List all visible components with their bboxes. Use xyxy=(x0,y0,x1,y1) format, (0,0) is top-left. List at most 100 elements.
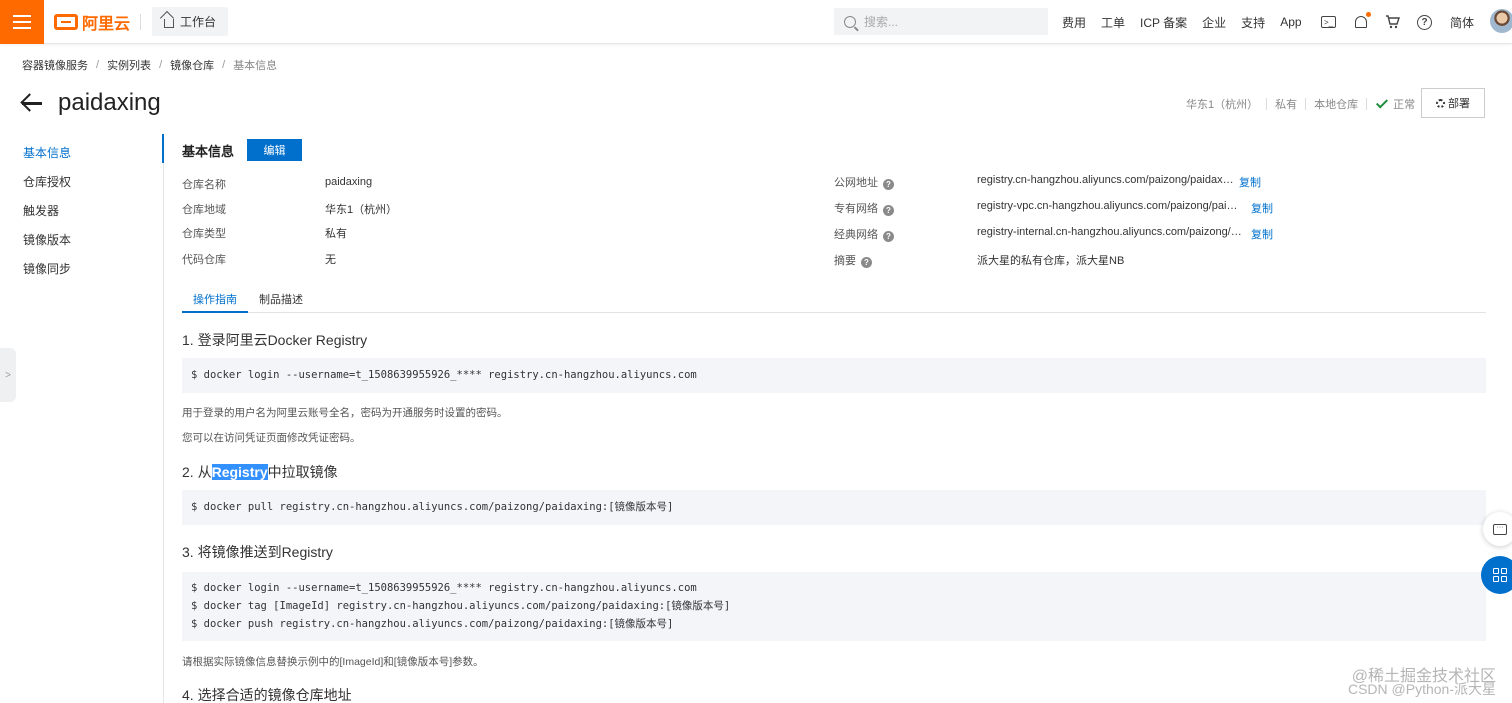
step-3-title: 3. 将镜像推送到Registry xyxy=(182,544,333,560)
nav-active-indicator xyxy=(162,134,164,163)
workbench-label: 工作台 xyxy=(180,15,217,29)
field-label: 仓库类型 xyxy=(182,228,226,240)
notification-button[interactable] xyxy=(1353,11,1371,30)
step-1-title: 1. 登录阿里云Docker Registry xyxy=(182,332,368,348)
search-icon xyxy=(844,15,856,28)
search-box[interactable] xyxy=(834,8,1048,35)
field-label-wrap: 经典网络? xyxy=(834,226,894,242)
watermark-csdn: CSDN @Python-派大星 xyxy=(1347,681,1496,697)
aliyun-logo-icon xyxy=(54,14,78,30)
question-icon[interactable]: ? xyxy=(883,179,894,190)
nav-link-support[interactable]: 支持 xyxy=(1241,14,1265,31)
top-icons: >_ ? xyxy=(1321,0,1432,44)
status-badge: 正常 xyxy=(1393,99,1416,111)
copy-classic-address-link[interactable]: 复制 xyxy=(1251,226,1273,242)
tab-artifact-description[interactable]: 制品描述 xyxy=(248,292,314,313)
avatar[interactable] xyxy=(1490,9,1512,33)
field-label-wrap: 专有网络? xyxy=(834,200,894,216)
breadcrumb-item[interactable]: 镜像仓库 xyxy=(170,57,214,73)
menu-icon-line xyxy=(13,27,31,29)
question-icon[interactable]: ? xyxy=(861,257,872,268)
tab-guide[interactable]: 操作指南 xyxy=(182,292,248,313)
code-line: $ docker login --username=t_150863995592… xyxy=(191,369,697,381)
menu-icon-line xyxy=(13,21,31,23)
code-block[interactable]: $ docker login --username=t_150863995592… xyxy=(182,358,1486,393)
step-2-title-pre: 2. 从 xyxy=(182,464,212,480)
collapse-sidebar-button[interactable]: > xyxy=(0,348,16,402)
copy-public-address-link[interactable]: 复制 xyxy=(1239,174,1261,190)
field-label: 仓库地域 xyxy=(182,204,226,216)
bell-icon xyxy=(1354,16,1367,28)
nav-link-enterprise[interactable]: 企业 xyxy=(1202,14,1226,31)
question-icon[interactable]: ? xyxy=(883,205,894,216)
nav-link-tickets[interactable]: 工单 xyxy=(1101,14,1125,31)
field-label: 专有网络 xyxy=(834,203,878,215)
repo-kind-tag: 本地仓库 xyxy=(1314,99,1359,111)
breadcrumb-item[interactable]: 实例列表 xyxy=(107,57,151,73)
step-4-title: 4. 选择合适的镜像仓库地址 xyxy=(182,687,352,703)
edit-button[interactable]: 编辑 xyxy=(247,139,302,161)
repo-meta: 华东1（杭州） 私有 本地仓库 正常 xyxy=(1186,96,1415,112)
breadcrumb-separator: / xyxy=(96,59,100,71)
logo-text: 阿里云 xyxy=(82,16,131,33)
breadcrumb: 容器镜像服务 / 实例列表 / 镜像仓库 / 基本信息 xyxy=(22,57,277,73)
step-1-note: 用于登录的用户名为阿里云账号全名，密码为开通服务时设置的密码。 xyxy=(182,407,508,419)
question-icon[interactable]: ? xyxy=(883,231,894,242)
code-block[interactable]: $ docker pull registry.cn-hangzhou.aliyu… xyxy=(182,490,1486,525)
step-3-note: 请根据实际镜像信息替换示例中的[ImageId]和[镜像版本号]参数。 xyxy=(182,656,484,668)
page-title: paidaxing xyxy=(58,89,161,116)
code-line: $ docker pull registry.cn-hangzhou.aliyu… xyxy=(191,501,674,513)
deploy-icon xyxy=(1436,98,1445,108)
workbench-button[interactable]: 工作台 xyxy=(152,7,229,36)
field-value: 私有 xyxy=(325,228,347,240)
classic-address: registry-internal.cn-hangzhou.aliyuncs.c… xyxy=(977,226,1243,238)
notification-dot xyxy=(1366,11,1371,17)
leftnav-item-image-version[interactable]: 镜像版本 xyxy=(0,227,160,256)
leftnav-item-trigger[interactable]: 触发器 xyxy=(0,198,160,227)
language-switch[interactable]: 简体 xyxy=(1450,14,1474,31)
leftnav-item-basic-info[interactable]: 基本信息 xyxy=(0,140,160,169)
step-1-note: 您可以在访问凭证页面修改凭证密码。 xyxy=(182,432,361,444)
apps-button[interactable] xyxy=(1481,556,1512,594)
divider xyxy=(1266,98,1268,110)
chevron-right-icon: > xyxy=(5,369,11,381)
menu-button[interactable] xyxy=(0,0,44,44)
search-input[interactable] xyxy=(864,14,1034,29)
deploy-button[interactable]: 部署 xyxy=(1421,88,1485,118)
back-arrow-icon[interactable] xyxy=(20,93,44,113)
apps-grid-icon xyxy=(1493,568,1507,582)
feedback-button[interactable]: ··· xyxy=(1483,512,1512,546)
check-icon xyxy=(1376,96,1389,109)
terminal-icon[interactable]: >_ xyxy=(1321,16,1336,28)
home-icon xyxy=(164,18,174,28)
deploy-label: 部署 xyxy=(1448,98,1470,110)
chat-icon: ··· xyxy=(1493,523,1507,535)
menu-icon-line xyxy=(13,15,31,17)
step-2-title-post: 中拉取镜像 xyxy=(267,464,338,480)
code-block[interactable]: $ docker login --username=t_150863995592… xyxy=(182,572,1486,641)
leftnav-item-image-sync[interactable]: 镜像同步 xyxy=(0,256,160,285)
copy-vpc-address-link[interactable]: 复制 xyxy=(1251,200,1273,216)
leftnav-item-repo-auth[interactable]: 仓库授权 xyxy=(0,169,160,198)
nav-divider xyxy=(163,134,164,703)
nav-link-icp[interactable]: ICP 备案 xyxy=(1140,14,1187,31)
content-tabs: 操作指南 制品描述 xyxy=(182,292,1486,313)
breadcrumb-item[interactable]: 容器镜像服务 xyxy=(22,57,88,73)
selected-text: Registry xyxy=(211,464,268,480)
field-label-wrap: 公网地址? xyxy=(834,174,894,190)
nav-link-app[interactable]: App xyxy=(1280,15,1301,29)
field-label: 摘要 xyxy=(834,255,856,267)
breadcrumb-separator: / xyxy=(222,59,226,71)
divider xyxy=(140,14,141,30)
aliyun-logo[interactable]: 阿里云 xyxy=(54,11,130,33)
divider xyxy=(1366,98,1368,110)
field-label: 代码仓库 xyxy=(182,254,226,266)
nav-link-billing[interactable]: 费用 xyxy=(1062,14,1086,31)
help-icon[interactable]: ? xyxy=(1417,14,1432,30)
code-line: $ docker push registry.cn-hangzhou.aliyu… xyxy=(191,618,674,630)
section-title: 基本信息 xyxy=(182,144,235,159)
field-value: 无 xyxy=(325,254,336,266)
left-nav: 基本信息 仓库授权 触发器 镜像版本 镜像同步 xyxy=(0,140,160,285)
cart-icon[interactable] xyxy=(1385,15,1400,30)
breadcrumb-current: 基本信息 xyxy=(233,60,278,72)
